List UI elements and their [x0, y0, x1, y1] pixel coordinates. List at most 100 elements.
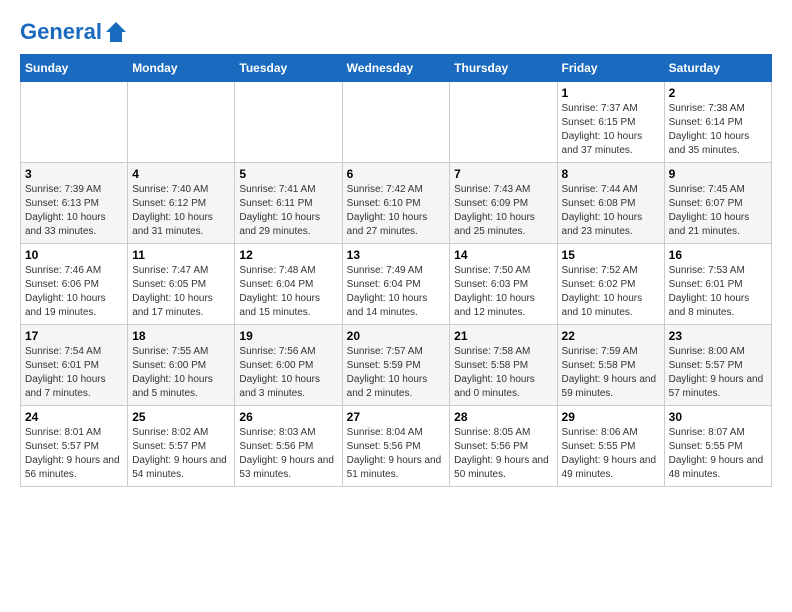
- calendar-cell: 1 Sunrise: 7:37 AMSunset: 6:15 PMDaylight…: [557, 82, 664, 163]
- day-info: Sunrise: 7:52 AMSunset: 6:02 PMDaylight:…: [562, 264, 660, 320]
- day-info: Sunrise: 7:41 AMSunset: 6:11 PMDaylight:…: [239, 183, 337, 239]
- day-number: 15: [562, 248, 660, 262]
- day-info: Sunrise: 8:06 AMSunset: 5:55 PMDaylight:…: [562, 426, 660, 482]
- day-number: 25: [132, 410, 230, 424]
- day-info: Sunrise: 7:57 AMSunset: 5:59 PMDaylight:…: [347, 345, 446, 401]
- calendar-cell: 30 Sunrise: 8:07 AMSunset: 5:55 PMDayligh…: [664, 406, 771, 487]
- day-info: Sunrise: 7:48 AMSunset: 6:04 PMDaylight:…: [239, 264, 337, 320]
- day-number: 1: [562, 86, 660, 100]
- weekday-header: Tuesday: [235, 55, 342, 82]
- calendar-cell: 12 Sunrise: 7:48 AMSunset: 6:04 PMDayligh…: [235, 244, 342, 325]
- calendar-week-row: 10 Sunrise: 7:46 AMSunset: 6:06 PMDayligh…: [21, 244, 772, 325]
- day-info: Sunrise: 7:49 AMSunset: 6:04 PMDaylight:…: [347, 264, 446, 320]
- calendar-cell: [235, 82, 342, 163]
- day-number: 29: [562, 410, 660, 424]
- calendar-cell: 16 Sunrise: 7:53 AMSunset: 6:01 PMDayligh…: [664, 244, 771, 325]
- day-number: 14: [454, 248, 552, 262]
- day-info: Sunrise: 7:40 AMSunset: 6:12 PMDaylight:…: [132, 183, 230, 239]
- calendar-cell: 11 Sunrise: 7:47 AMSunset: 6:05 PMDayligh…: [128, 244, 235, 325]
- day-info: Sunrise: 7:38 AMSunset: 6:14 PMDaylight:…: [669, 102, 767, 158]
- calendar-cell: 10 Sunrise: 7:46 AMSunset: 6:06 PMDayligh…: [21, 244, 128, 325]
- calendar-cell: [450, 82, 557, 163]
- day-number: 11: [132, 248, 230, 262]
- day-number: 17: [25, 329, 123, 343]
- calendar-cell: 9 Sunrise: 7:45 AMSunset: 6:07 PMDaylight…: [664, 163, 771, 244]
- weekday-header: Sunday: [21, 55, 128, 82]
- day-number: 21: [454, 329, 552, 343]
- day-number: 8: [562, 167, 660, 181]
- calendar-cell: 6 Sunrise: 7:42 AMSunset: 6:10 PMDaylight…: [342, 163, 450, 244]
- calendar-cell: 8Sunrise: 7:44 AMSunset: 6:08 PMDaylight…: [557, 163, 664, 244]
- calendar-cell: 28 Sunrise: 8:05 AMSunset: 5:56 PMDayligh…: [450, 406, 557, 487]
- day-info: Sunrise: 7:47 AMSunset: 6:05 PMDaylight:…: [132, 264, 230, 320]
- calendar-cell: 5Sunrise: 7:41 AMSunset: 6:11 PMDaylight…: [235, 163, 342, 244]
- calendar-cell: 19Sunrise: 7:56 AMSunset: 6:00 PMDayligh…: [235, 325, 342, 406]
- day-number: 26: [239, 410, 337, 424]
- day-info: Sunrise: 7:43 AMSunset: 6:09 PMDaylight:…: [454, 183, 552, 239]
- day-info: Sunrise: 7:45 AMSunset: 6:07 PMDaylight:…: [669, 183, 767, 239]
- calendar-cell: 20 Sunrise: 7:57 AMSunset: 5:59 PMDayligh…: [342, 325, 450, 406]
- calendar-cell: [342, 82, 450, 163]
- day-number: 28: [454, 410, 552, 424]
- calendar-cell: 4 Sunrise: 7:40 AMSunset: 6:12 PMDaylight…: [128, 163, 235, 244]
- calendar-cell: 17Sunrise: 7:54 AMSunset: 6:01 PMDayligh…: [21, 325, 128, 406]
- day-number: 3: [25, 167, 123, 181]
- day-info: Sunrise: 7:46 AMSunset: 6:06 PMDaylight:…: [25, 264, 123, 320]
- day-info: Sunrise: 7:53 AMSunset: 6:01 PMDaylight:…: [669, 264, 767, 320]
- calendar-cell: 7 Sunrise: 7:43 AMSunset: 6:09 PMDaylight…: [450, 163, 557, 244]
- day-info: Sunrise: 7:37 AMSunset: 6:15 PMDaylight:…: [562, 102, 660, 158]
- day-info: Sunrise: 8:00 AMSunset: 5:57 PMDaylight:…: [669, 345, 767, 401]
- day-info: Sunrise: 7:59 AMSunset: 5:58 PMDaylight:…: [562, 345, 660, 401]
- calendar-cell: 2 Sunrise: 7:38 AMSunset: 6:14 PMDaylight…: [664, 82, 771, 163]
- day-info: Sunrise: 8:02 AMSunset: 5:57 PMDaylight:…: [132, 426, 230, 482]
- day-number: 20: [347, 329, 446, 343]
- calendar-week-row: 1 Sunrise: 7:37 AMSunset: 6:15 PMDaylight…: [21, 82, 772, 163]
- weekday-header: Saturday: [664, 55, 771, 82]
- day-number: 16: [669, 248, 767, 262]
- calendar-cell: 21Sunrise: 7:58 AMSunset: 5:58 PMDayligh…: [450, 325, 557, 406]
- weekday-header: Thursday: [450, 55, 557, 82]
- day-info: Sunrise: 7:42 AMSunset: 6:10 PMDaylight:…: [347, 183, 446, 239]
- day-info: Sunrise: 8:03 AMSunset: 5:56 PMDaylight:…: [239, 426, 337, 482]
- day-number: 10: [25, 248, 123, 262]
- calendar-week-row: 17Sunrise: 7:54 AMSunset: 6:01 PMDayligh…: [21, 325, 772, 406]
- calendar-cell: 18Sunrise: 7:55 AMSunset: 6:00 PMDayligh…: [128, 325, 235, 406]
- day-number: 4: [132, 167, 230, 181]
- day-number: 22: [562, 329, 660, 343]
- day-info: Sunrise: 8:04 AMSunset: 5:56 PMDaylight:…: [347, 426, 446, 482]
- calendar-cell: 15 Sunrise: 7:52 AMSunset: 6:02 PMDayligh…: [557, 244, 664, 325]
- calendar-week-row: 24 Sunrise: 8:01 AMSunset: 5:57 PMDayligh…: [21, 406, 772, 487]
- page-header: General: [20, 20, 772, 44]
- day-number: 2: [669, 86, 767, 100]
- day-number: 12: [239, 248, 337, 262]
- logo-icon: [104, 20, 128, 44]
- weekday-header: Friday: [557, 55, 664, 82]
- weekday-header: Monday: [128, 55, 235, 82]
- day-number: 9: [669, 167, 767, 181]
- day-info: Sunrise: 7:39 AMSunset: 6:13 PMDaylight:…: [25, 183, 123, 239]
- day-info: Sunrise: 8:05 AMSunset: 5:56 PMDaylight:…: [454, 426, 552, 482]
- calendar-cell: 29 Sunrise: 8:06 AMSunset: 5:55 PMDayligh…: [557, 406, 664, 487]
- day-info: Sunrise: 7:50 AMSunset: 6:03 PMDaylight:…: [454, 264, 552, 320]
- calendar-cell: 23 Sunrise: 8:00 AMSunset: 5:57 PMDayligh…: [664, 325, 771, 406]
- calendar-cell: 27 Sunrise: 8:04 AMSunset: 5:56 PMDayligh…: [342, 406, 450, 487]
- calendar-week-row: 3 Sunrise: 7:39 AMSunset: 6:13 PMDaylight…: [21, 163, 772, 244]
- calendar: SundayMondayTuesdayWednesdayThursdayFrid…: [20, 54, 772, 487]
- calendar-cell: 14 Sunrise: 7:50 AMSunset: 6:03 PMDayligh…: [450, 244, 557, 325]
- calendar-cell: [21, 82, 128, 163]
- calendar-cell: [128, 82, 235, 163]
- weekday-header: Wednesday: [342, 55, 450, 82]
- calendar-cell: 24 Sunrise: 8:01 AMSunset: 5:57 PMDayligh…: [21, 406, 128, 487]
- day-number: 30: [669, 410, 767, 424]
- day-info: Sunrise: 8:01 AMSunset: 5:57 PMDaylight:…: [25, 426, 123, 482]
- day-info: Sunrise: 7:56 AMSunset: 6:00 PMDaylight:…: [239, 345, 337, 401]
- day-number: 6: [347, 167, 446, 181]
- logo-text: General: [20, 20, 102, 44]
- day-number: 24: [25, 410, 123, 424]
- day-number: 23: [669, 329, 767, 343]
- day-info: Sunrise: 8:07 AMSunset: 5:55 PMDaylight:…: [669, 426, 767, 482]
- day-number: 7: [454, 167, 552, 181]
- calendar-cell: 22 Sunrise: 7:59 AMSunset: 5:58 PMDayligh…: [557, 325, 664, 406]
- calendar-cell: 26 Sunrise: 8:03 AMSunset: 5:56 PMDayligh…: [235, 406, 342, 487]
- day-number: 27: [347, 410, 446, 424]
